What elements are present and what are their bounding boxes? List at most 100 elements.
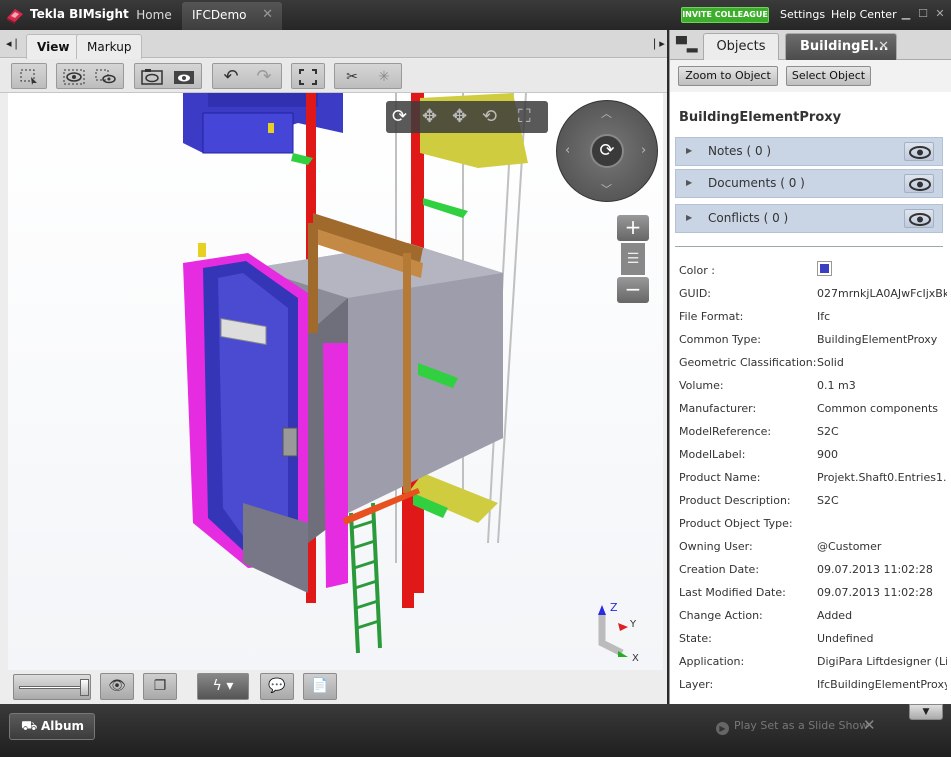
properties-tabs: ▀▂ Objects BuildingEl... ✕ [670,30,951,60]
3d-viewport[interactable]: ⟳ ✥ ✥ ⟲ ⛶ ︿ ﹀ ‹ › ⟳ + ☰ − Z Y X [8,93,663,670]
property-value: @Customer [817,540,882,553]
view-hide-icon[interactable] [141,68,163,86]
tab-ifcdemo[interactable]: IFCDemo ✕ [182,2,282,30]
property-key: Creation Date: [679,563,760,576]
hide-icon[interactable] [63,68,85,86]
pan-icon[interactable]: ✥ [422,106,437,127]
close-icon[interactable]: ✕ [878,34,889,60]
app-title: Tekla BIMsight [30,7,129,21]
property-key: Owning User: [679,540,753,553]
box-view-icon[interactable]: ❐ [143,673,177,700]
view-visibility-group [134,63,202,89]
slider-thumb[interactable] [80,679,89,696]
clip-remove-icon[interactable]: ✳ [373,68,395,86]
tools-icon[interactable]: ✕ [863,716,876,734]
show-only-icon[interactable] [95,68,117,86]
rotate-icon[interactable]: ⟲ [482,106,497,127]
property-value: Ifc [817,310,831,323]
color-swatch[interactable] [817,261,832,276]
property-row: Geometric Classification: Solid [679,356,944,379]
property-key: Volume: [679,379,724,392]
fullscreen-icon[interactable]: ⛶ [518,106,531,127]
axis-y-label: Y [629,619,637,630]
expand-album-icon[interactable]: ▼ [909,704,943,720]
property-row: Volume: 0.1 m3 [679,379,944,402]
property-key: GUID: [679,287,711,300]
tab-objects[interactable]: Objects [703,33,779,60]
redo-icon[interactable]: ↷ [253,68,275,86]
property-key: Geometric Classification: [679,356,817,369]
property-key: Last Modified Date: [679,586,786,599]
note-page-icon[interactable]: 📄 [303,673,337,700]
visibility-eye-icon[interactable]: 👁 [100,673,134,700]
pin-icon[interactable]: ▀▂ [676,37,698,53]
axis-triad: Z Y X [598,601,639,663]
tab-markup[interactable]: Markup [76,34,143,59]
section-notes[interactable]: ▶ Notes ( 0 ) [675,137,943,166]
close-icon[interactable]: ✕ [262,2,273,28]
expand-arrow-icon: ▶ [686,146,693,155]
section-documents[interactable]: ▶ Documents ( 0 ) [675,169,943,198]
maximize-icon[interactable]: ☐ [916,7,930,21]
view-show-icon[interactable] [173,68,195,86]
axis-z-label: Z [610,601,618,614]
chevron-down-icon[interactable]: ﹀ [601,181,612,197]
slideshow-button[interactable]: ▶ Play Set as a Slide Show [716,719,868,735]
view-pane: ◂❘ View Markup ❘▸ ↶ ↷ ✂ ✳ ⟳ ✥ ✥ ⟲ ⛶ ︿ ﹀ … [0,30,667,704]
help-center-link[interactable]: Help Center [831,8,897,21]
property-row: Change Action: Added [679,609,944,632]
select-object-button[interactable]: Select Object [786,66,871,86]
tab-view[interactable]: View [26,34,81,59]
navigation-wheel[interactable]: ︿ ﹀ ‹ › ⟳ [556,100,658,202]
select-box-icon[interactable] [18,68,40,86]
property-row: ModelLabel: 900 [679,448,944,471]
collapse-left-icon[interactable]: ◂❘ [6,37,21,50]
tab-home[interactable]: Home [126,0,182,30]
transparency-slider[interactable] [13,674,91,700]
section-conflicts[interactable]: ▶ Conflicts ( 0 ) [675,204,943,233]
zoom-slider[interactable]: ☰ [621,243,645,275]
fit-all-icon[interactable] [297,68,319,86]
property-row: State: Undefined [679,632,944,655]
settings-link[interactable]: Settings [780,8,825,21]
minimize-icon[interactable]: ▁ [899,7,913,21]
zoom-in-button[interactable]: + [617,215,649,241]
clip-plane-icon[interactable]: ✂ [341,68,363,86]
property-value: 900 [817,448,838,461]
property-row: Product Description: S2C [679,494,944,517]
window-close-icon[interactable]: ✕ [933,7,947,21]
album-button[interactable]: ⛟ Album [9,713,95,740]
eye-icon[interactable] [904,142,934,161]
expand-arrow-icon: ▶ [686,178,693,187]
chevron-right-icon[interactable]: › [641,143,646,158]
property-key: ModelReference: [679,425,772,438]
undo-icon[interactable]: ↶ [220,68,242,86]
chevron-up-icon[interactable]: ︿ [601,105,612,121]
history-group: ↶ ↷ [212,63,282,89]
property-row: Product Name: Projekt.Shaft0.Entries1.E [679,471,947,494]
property-key: Color : [679,264,715,277]
property-row: Layer: IfcBuildingElementProxy [679,678,947,701]
orbit-icon[interactable]: ⟳ [392,106,407,127]
eye-icon[interactable] [904,174,934,193]
tab-building-element[interactable]: BuildingEl... ✕ [785,33,897,60]
album-icon: ⛟ [21,719,38,734]
eye-icon[interactable] [904,209,934,228]
collapse-right-icon[interactable]: ❘▸ [650,37,665,50]
zoom-out-button[interactable]: − [617,277,649,303]
view-tabs: ◂❘ View Markup ❘▸ [0,30,667,59]
property-key: Common Type: [679,333,762,346]
invite-colleague-button[interactable]: INVITE COLLEAGUE [681,7,769,23]
title-bar: Tekla BIMsight Home IFCDemo ✕ INVITE COL… [0,0,951,30]
zoom-to-object-button[interactable]: Zoom to Object [678,66,778,86]
expand-arrow-icon: ▶ [686,213,693,222]
lightning-icon[interactable]: ϟ ▾ [197,673,249,700]
chevron-left-icon[interactable]: ‹ [565,143,570,158]
zoom-control: + ☰ − [617,215,649,307]
property-value: 09.07.2013 11:02:28 [817,563,933,576]
move-icon[interactable]: ✥ [452,106,467,127]
center-orbit-icon[interactable]: ⟳ [590,134,624,168]
property-key: Product Description: [679,494,791,507]
comment-icon[interactable]: 💬 [260,673,294,700]
property-row: ModelReference: S2C [679,425,944,448]
